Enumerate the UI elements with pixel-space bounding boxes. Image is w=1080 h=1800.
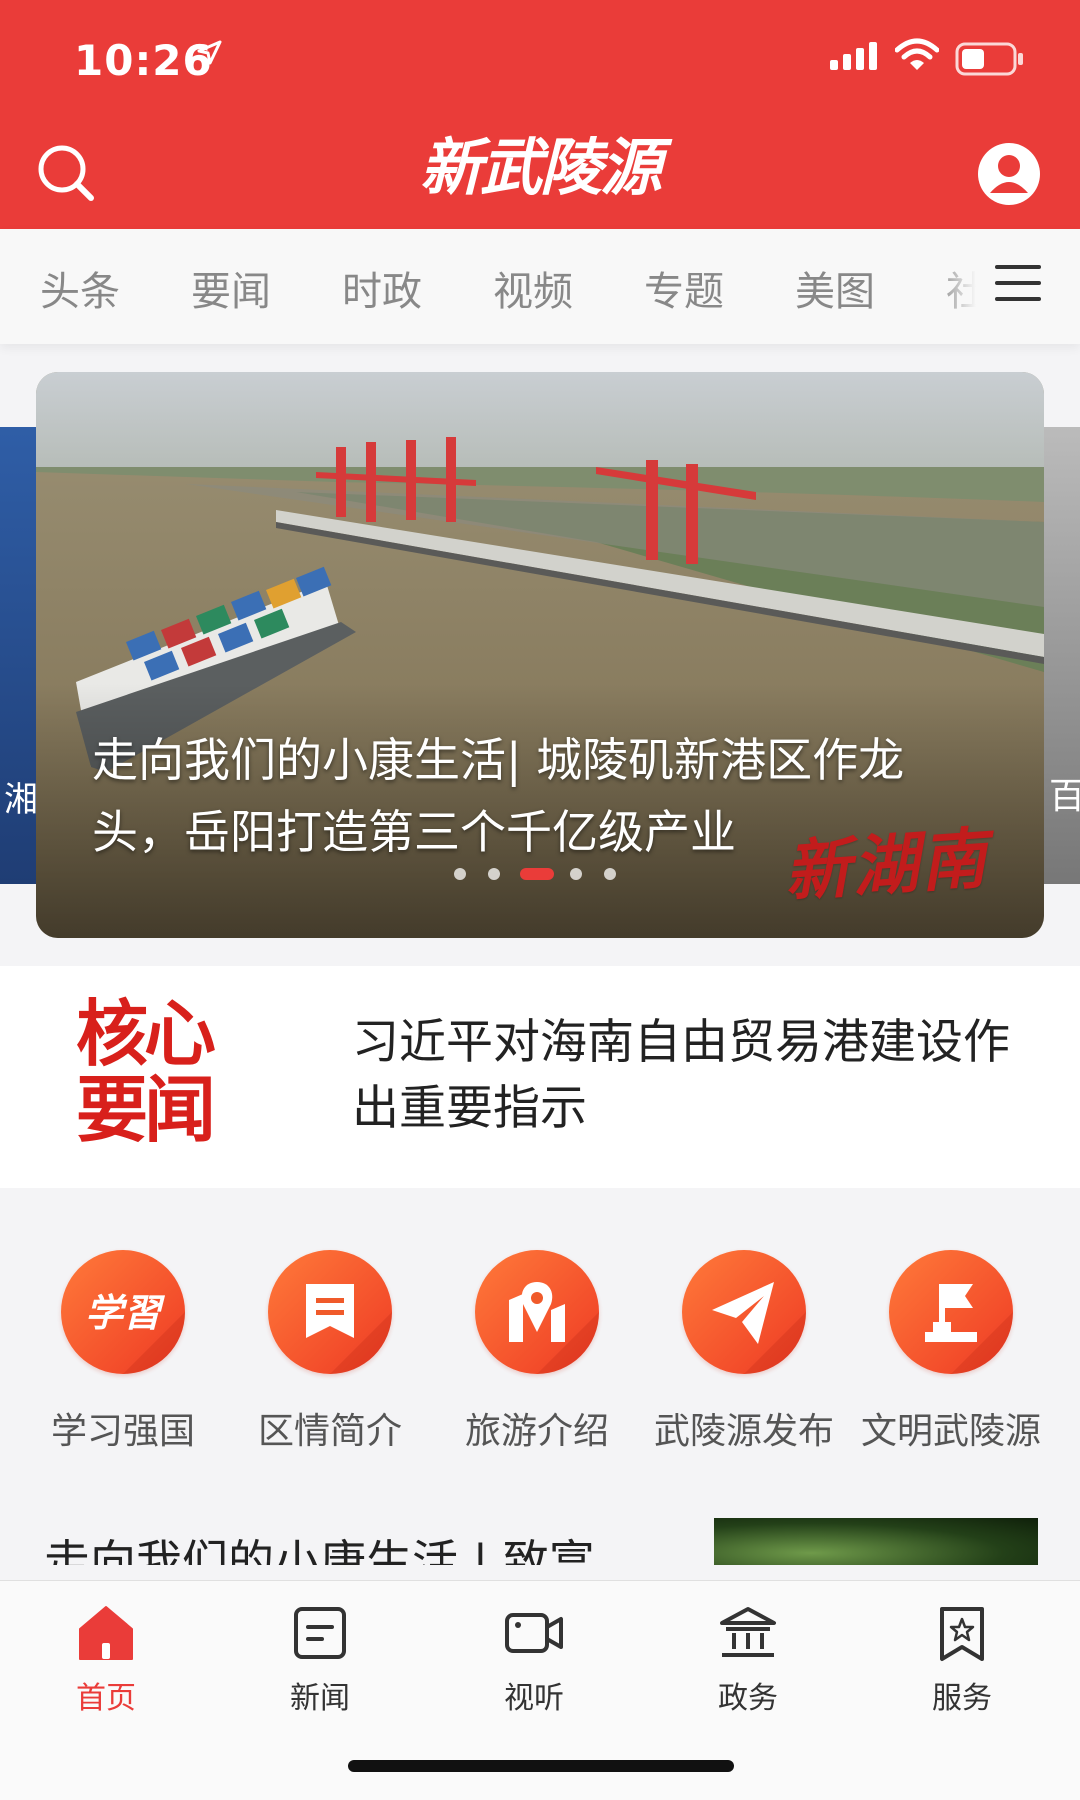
- service-district-intro[interactable]: 区情简介: [227, 1250, 433, 1454]
- nav-audio-video[interactable]: 视听: [464, 1603, 604, 1717]
- article-thumbnail[interactable]: [714, 1518, 1038, 1565]
- pagination-dot[interactable]: [604, 868, 616, 880]
- nav-government[interactable]: 政务: [678, 1603, 818, 1717]
- tab-fade: [940, 229, 1000, 344]
- channel-menu-button[interactable]: [995, 265, 1041, 305]
- tab-photos[interactable]: 美图: [795, 259, 875, 317]
- pagination-dot[interactable]: [570, 868, 582, 880]
- service-icon: [940, 1607, 984, 1661]
- pagination-dot[interactable]: [454, 868, 466, 880]
- article-title[interactable]: 走向我们的小康生活 | 致富: [44, 1526, 595, 1565]
- news-icon: [294, 1607, 346, 1659]
- tab-important-news[interactable]: 要闻: [191, 259, 271, 317]
- nav-news[interactable]: 新闻: [250, 1603, 390, 1717]
- search-icon: [38, 145, 94, 201]
- search-button[interactable]: [36, 143, 96, 203]
- core-news-section[interactable]: 核心 要闻 习近平对海南自由贸易港建设作出重要指示: [0, 966, 1080, 1188]
- profile-button[interactable]: [978, 143, 1040, 205]
- media-watermark: 新湖南: [781, 818, 991, 912]
- service-wulingyuan-release[interactable]: 武陵源发布: [641, 1250, 847, 1454]
- government-icon: [720, 1607, 776, 1657]
- paper-plane-icon: [682, 1250, 806, 1374]
- home-indicator[interactable]: [348, 1760, 734, 1772]
- video-icon: [505, 1613, 563, 1653]
- signal-icon: [830, 42, 877, 70]
- nav-services[interactable]: 服务: [892, 1603, 1032, 1717]
- app-header: 10:26 新武陵源: [0, 0, 1080, 229]
- service-civilized-wulingyuan[interactable]: 文明武陵源: [848, 1250, 1054, 1454]
- wifi-icon: [895, 38, 939, 70]
- core-news-headline[interactable]: 习近平对海南自由贸易港建设作出重要指示: [352, 1010, 1052, 1142]
- next-slide-peek[interactable]: 百: [1043, 427, 1080, 884]
- pagination-dot[interactable]: [488, 868, 500, 880]
- previous-slide-peek[interactable]: 湘: [0, 427, 36, 884]
- service-shortcuts: 学習 学习强国 区情简介 旅游介绍 武陵源发布 文明武陵源: [0, 1210, 1080, 1452]
- location-arrow-icon: [197, 40, 222, 65]
- map-pin-icon: [475, 1250, 599, 1374]
- battery-icon: [955, 42, 1023, 76]
- flag-icon: [889, 1250, 1013, 1374]
- message-icon: [268, 1250, 392, 1374]
- user-icon: [978, 143, 1040, 205]
- status-time: 10:26: [74, 36, 213, 85]
- svg-text:学習: 学習: [85, 1290, 166, 1335]
- tab-headlines[interactable]: 头条: [40, 259, 120, 317]
- app-logo: 新武陵源: [419, 131, 662, 204]
- app-screen: 10:26 新武陵源 头条 要闻 时政 视频 专题 美图 社 湘 百: [0, 0, 1080, 1800]
- article-preview[interactable]: 走向我们的小康生活 | 致富: [0, 1450, 1080, 1565]
- category-tabs: 头条 要闻 时政 视频 专题 美图 社: [0, 229, 1080, 344]
- service-tourism-intro[interactable]: 旅游介绍: [434, 1250, 640, 1454]
- news-carousel[interactable]: 湘 百 走向我们的小康生活| 城陵矶新港区作龙头，岳阳打造第三个千亿级产业 新湖…: [0, 372, 1080, 938]
- tab-politics[interactable]: 时政: [342, 259, 422, 317]
- carousel-slide[interactable]: 走向我们的小康生活| 城陵矶新港区作龙头，岳阳打造第三个千亿级产业 新湖南: [36, 372, 1044, 938]
- service-xuexi-qiangguo[interactable]: 学習 学习强国: [20, 1250, 226, 1454]
- nav-home[interactable]: 首页: [36, 1603, 176, 1717]
- tab-video[interactable]: 视频: [493, 259, 573, 317]
- xuexi-icon: 学習: [61, 1250, 185, 1374]
- home-icon: [79, 1606, 133, 1660]
- pagination-dot-active[interactable]: [520, 868, 554, 880]
- core-news-badge: 核心 要闻: [76, 991, 216, 1152]
- tab-topics[interactable]: 专题: [644, 259, 724, 317]
